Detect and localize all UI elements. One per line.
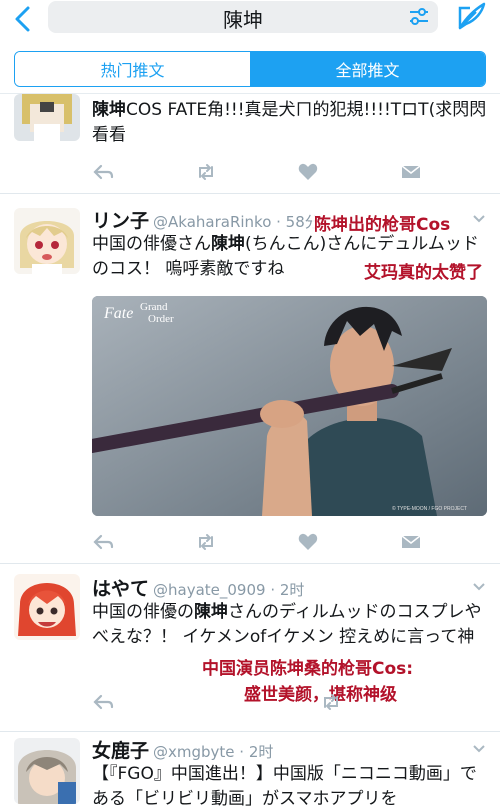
tweet-text-body: 中国の俳優の: [92, 602, 194, 622]
user-handle[interactable]: @hayate_0909 · 2时: [153, 581, 304, 599]
tweet-item[interactable]: リン子 @AkaharaRinko · 58分 陈坤出的枪哥Cos 中国の俳優さん…: [0, 194, 500, 564]
tweet-text: 陳坤COS FATE角!!!真是犬ㄇ的犯規!!!!TロT(求閃閃看看: [92, 98, 488, 148]
tweet-actions: [92, 532, 422, 554]
top-bar: 陳坤: [0, 0, 500, 42]
avatar[interactable]: [14, 208, 80, 274]
tweet-header: はやて @hayate_0909 · 2时: [92, 574, 304, 601]
reply-icon[interactable]: [92, 532, 114, 552]
tweet-actions: [92, 692, 342, 714]
chevron-down-icon[interactable]: [472, 582, 486, 592]
tab-top-tweets[interactable]: 热门推文: [15, 52, 250, 86]
tweet-text-highlight: 陳坤: [194, 602, 228, 622]
tweet-filter-tabs: 热门推文 全部推文: [14, 51, 486, 87]
tweet-text-highlight: 陳坤: [211, 234, 245, 254]
back-chevron-icon[interactable]: [8, 2, 38, 36]
tweet-header: 女鹿子 @xmgbyte · 2时: [92, 736, 273, 763]
tweet-media-image[interactable]: Fate Grand Order © TYPE-MOON / FGO PROJE…: [92, 296, 487, 516]
avatar[interactable]: [14, 94, 80, 141]
avatar[interactable]: [14, 574, 80, 640]
tweet-item[interactable]: はやて @hayate_0909 · 2时 中国の俳優の陳坤さんのディルムッドのコ…: [0, 564, 500, 732]
tweet-text: 中国の俳優の陳坤さんのディルムッドのコスプレやべえな？！ イケメンofイケメン …: [92, 600, 488, 650]
like-icon[interactable]: [297, 162, 319, 182]
tweet-text-body: 中国の俳優さん: [92, 234, 211, 254]
like-icon[interactable]: [297, 532, 319, 552]
retweet-icon[interactable]: [195, 532, 217, 552]
direct-message-icon[interactable]: [400, 532, 422, 552]
tweet-header: リン子 @AkaharaRinko · 58分: [92, 206, 320, 233]
filter-settings-icon[interactable]: [408, 7, 430, 27]
tweet-item[interactable]: 女鹿子 @xmgbyte · 2时 【『FGO』中国進出！】中国版「ニコニコ動画」…: [0, 732, 500, 807]
media-logo-text: Fate: [103, 305, 133, 322]
tab-all-tweets[interactable]: 全部推文: [250, 52, 485, 86]
retweet-icon[interactable]: [320, 692, 342, 712]
annotation-caption: 中国演员陈坤桑的枪哥Cos:: [200, 654, 416, 679]
avatar[interactable]: [14, 738, 80, 804]
display-name[interactable]: リン子: [92, 210, 149, 232]
tweet-text-body: COS FATE角!!!真是犬ㄇ的犯規!!!!TロT(求閃閃看看: [92, 100, 487, 145]
media-credit-text: © TYPE-MOON / FGO PROJECT: [392, 505, 467, 512]
tweet-actions: [92, 162, 422, 184]
search-query[interactable]: 陳坤: [48, 4, 438, 33]
display-name[interactable]: 女鹿子: [92, 740, 149, 762]
search-box[interactable]: 陳坤: [48, 1, 438, 33]
retweet-icon[interactable]: [195, 162, 217, 182]
chevron-down-icon[interactable]: [472, 744, 486, 754]
media-photo: Fate Grand Order © TYPE-MOON / FGO PROJE…: [92, 296, 487, 516]
tweet-text: 【『FGO』中国進出！】中国版「ニコニコ動画」である「ビリビリ動画」がスマホアプ…: [92, 764, 477, 807]
compose-tweet-icon[interactable]: [456, 0, 488, 32]
tweet-item[interactable]: 陳坤COS FATE角!!!真是犬ㄇ的犯規!!!!TロT(求閃閃看看: [0, 94, 500, 194]
media-logo-text: Grand: [140, 301, 168, 313]
chevron-down-icon[interactable]: [472, 214, 486, 224]
annotation-caption: 艾玛真的太赞了: [362, 258, 485, 283]
direct-message-icon[interactable]: [400, 162, 422, 182]
user-handle[interactable]: @xmgbyte · 2时: [153, 743, 273, 761]
tweet-text-highlight: 陳坤: [92, 100, 126, 120]
media-logo-text: Order: [148, 313, 174, 325]
user-handle[interactable]: @AkaharaRinko · 58分: [153, 213, 320, 231]
reply-icon[interactable]: [92, 162, 114, 182]
reply-icon[interactable]: [92, 692, 114, 712]
display-name[interactable]: はやて: [92, 578, 149, 600]
